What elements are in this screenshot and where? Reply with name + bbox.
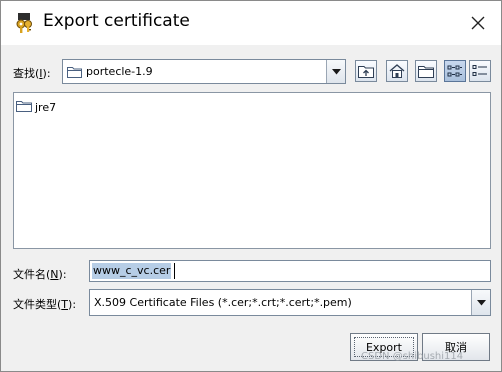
file-list[interactable]: jre7 xyxy=(13,92,491,249)
folder-icon xyxy=(67,66,82,81)
close-icon xyxy=(471,16,485,30)
look-in-label: 查找(I): xyxy=(13,67,51,80)
window-title: Export certificate xyxy=(43,11,190,31)
up-one-level-button[interactable] xyxy=(355,60,377,82)
list-view-icon xyxy=(447,65,462,77)
list-item[interactable]: jre7 xyxy=(16,100,56,114)
file-type-value: X.509 Certificate Files (*.cer;*.crt;*.c… xyxy=(94,296,352,309)
home-icon xyxy=(389,64,405,78)
file-name-value: www_c_vc.cer xyxy=(92,263,172,279)
chevron-down-icon[interactable] xyxy=(471,290,490,315)
home-button[interactable] xyxy=(386,60,408,82)
chevron-down-icon[interactable] xyxy=(326,60,345,83)
export-certificate-dialog: Export certificate 查找(I): portecle-1.9 j… xyxy=(0,0,502,372)
file-name-input[interactable]: www_c_vc.cer xyxy=(89,260,491,282)
details-view-button[interactable] xyxy=(469,60,491,82)
folder-up-icon xyxy=(358,66,374,78)
list-view-button[interactable] xyxy=(444,60,466,82)
look-in-combo[interactable]: portecle-1.9 xyxy=(62,59,346,84)
app-key-icon xyxy=(15,13,33,33)
text-caret xyxy=(174,263,175,279)
folder-icon xyxy=(16,100,32,115)
file-type-combo[interactable]: X.509 Certificate Files (*.cer;*.crt;*.c… xyxy=(89,289,491,316)
details-view-icon xyxy=(472,65,487,76)
file-name-label: 文件名(N): xyxy=(13,268,67,281)
close-button[interactable] xyxy=(455,1,501,45)
new-folder-icon xyxy=(418,66,434,78)
file-name: jre7 xyxy=(35,100,57,114)
title-bar: Export certificate xyxy=(1,1,501,45)
look-in-value: portecle-1.9 xyxy=(86,65,153,78)
new-folder-button[interactable] xyxy=(415,60,437,82)
watermark: CSDN @shibushi114 xyxy=(361,351,464,362)
file-type-label: 文件类型(T): xyxy=(13,298,77,311)
